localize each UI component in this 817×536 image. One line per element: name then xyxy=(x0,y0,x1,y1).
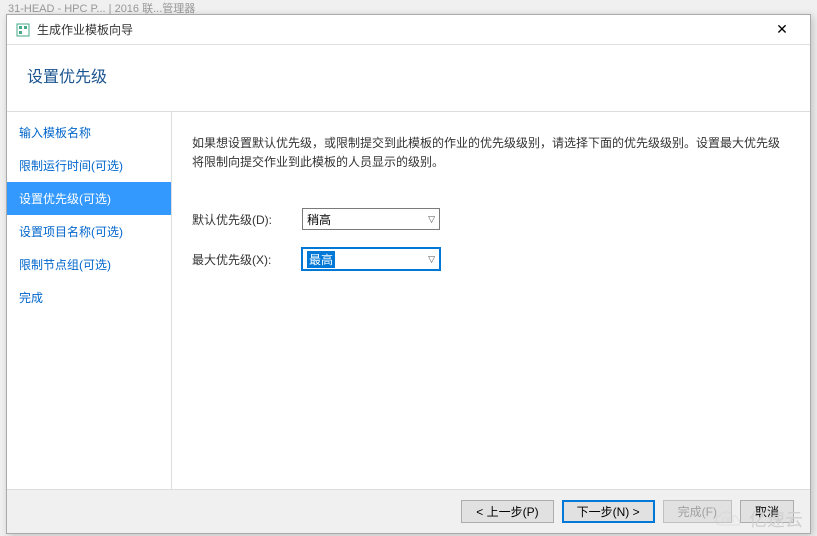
wizard-window: 生成作业模板向导 ✕ 设置优先级 输入模板名称 限制运行时间(可选) 设置优先级… xyxy=(6,14,811,534)
sidebar-item-finish[interactable]: 完成 xyxy=(7,281,171,314)
window-title: 生成作业模板向导 xyxy=(37,21,762,38)
sidebar-item-template-name[interactable]: 输入模板名称 xyxy=(7,116,171,149)
finish-button: 完成(F) xyxy=(663,500,732,523)
next-button[interactable]: 下一步(N) > xyxy=(562,500,655,523)
cancel-button[interactable]: 取消 xyxy=(740,500,794,523)
chevron-down-icon: ▽ xyxy=(428,214,435,225)
body-area: 输入模板名称 限制运行时间(可选) 设置优先级(可选) 设置项目名称(可选) 限… xyxy=(7,111,810,511)
max-priority-value: 最高 xyxy=(307,251,335,268)
header-area: 设置优先级 xyxy=(7,45,810,111)
page-heading: 设置优先级 xyxy=(27,63,790,87)
chevron-down-icon: ▽ xyxy=(428,254,435,265)
previous-button[interactable]: < 上一步(P) xyxy=(461,500,553,523)
default-priority-row: 默认优先级(D): 稍高 ▽ xyxy=(192,208,790,230)
default-priority-select[interactable]: 稍高 ▽ xyxy=(302,208,440,230)
footer: < 上一步(P) 下一步(N) > 完成(F) 取消 xyxy=(7,489,810,533)
content-panel: 如果想设置默认优先级，或限制提交到此模板的作业的优先级级别，请选择下面的优先级级… xyxy=(172,112,810,511)
sidebar-item-limit-runtime[interactable]: 限制运行时间(可选) xyxy=(7,149,171,182)
max-priority-select[interactable]: 最高 ▽ xyxy=(302,248,440,270)
sidebar-item-limit-nodegroup[interactable]: 限制节点组(可选) xyxy=(7,248,171,281)
max-priority-label: 最大优先级(X): xyxy=(192,251,302,268)
default-priority-label: 默认优先级(D): xyxy=(192,211,302,228)
sidebar-item-project-name[interactable]: 设置项目名称(可选) xyxy=(7,215,171,248)
app-icon xyxy=(15,22,31,38)
sidebar-item-set-priority[interactable]: 设置优先级(可选) xyxy=(7,182,171,215)
close-button[interactable]: ✕ xyxy=(762,16,802,44)
titlebar: 生成作业模板向导 ✕ xyxy=(7,15,810,45)
max-priority-row: 最大优先级(X): 最高 ▽ xyxy=(192,248,790,270)
default-priority-value: 稍高 xyxy=(307,211,331,228)
sidebar: 输入模板名称 限制运行时间(可选) 设置优先级(可选) 设置项目名称(可选) 限… xyxy=(7,112,172,511)
description-text: 如果想设置默认优先级，或限制提交到此模板的作业的优先级级别，请选择下面的优先级级… xyxy=(192,134,790,172)
